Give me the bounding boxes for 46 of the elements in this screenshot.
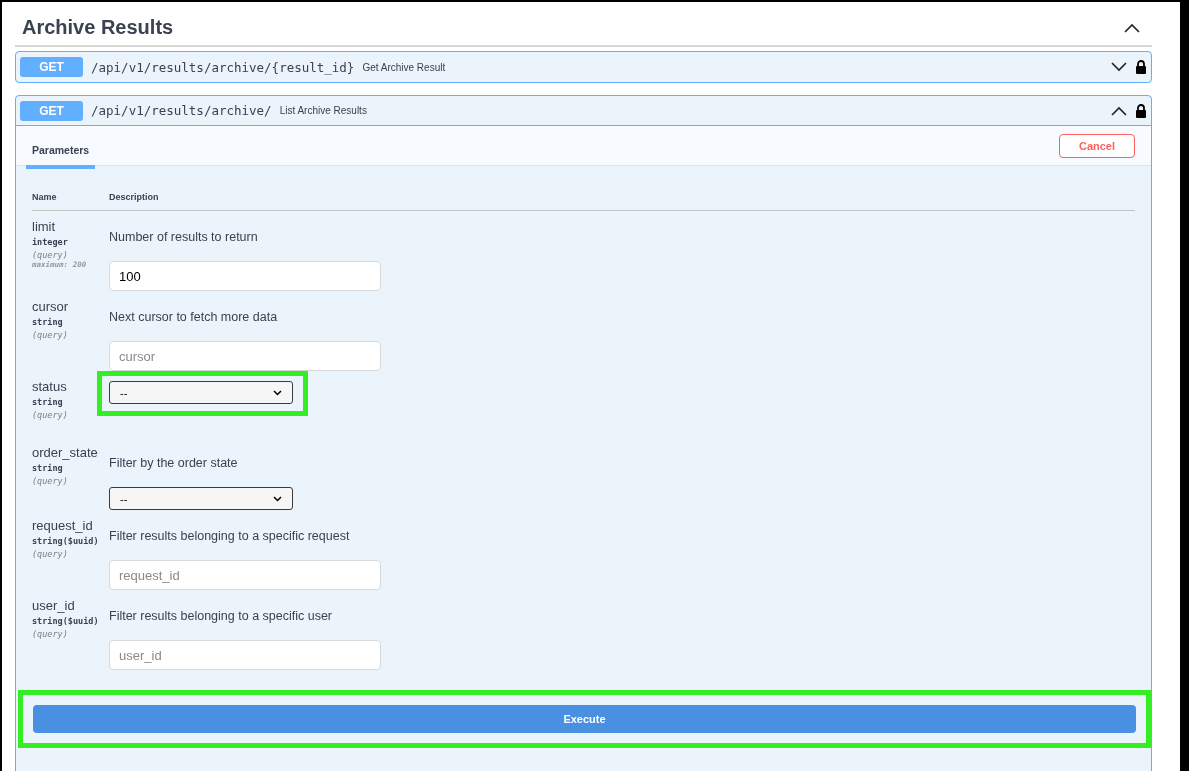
section-title: Archive Results xyxy=(22,16,174,39)
caret-icon xyxy=(273,495,282,502)
parameter-type: integer xyxy=(32,237,69,247)
lock-icon[interactable] xyxy=(1135,103,1147,118)
parameter-description: Number of results to return xyxy=(109,230,258,244)
parameter-name: status xyxy=(32,379,68,394)
parameter-type: string($uuid) xyxy=(32,536,100,546)
parameter-location: (query) xyxy=(32,330,69,340)
column-header: Name xyxy=(32,192,58,202)
parameter-type: string xyxy=(32,317,64,327)
parameter-name: request_id xyxy=(32,518,94,533)
method-badge: GET xyxy=(20,57,83,77)
parameter-location: (query) xyxy=(32,410,69,420)
select-dropdown[interactable]: -- xyxy=(109,487,293,510)
parameter-description: Filter results belonging to a specific request xyxy=(109,529,350,543)
endpoint-summary: List Archive Results xyxy=(279,105,367,116)
parameters-tab[interactable]: Parameters xyxy=(26,132,96,169)
select-dropdown[interactable]: -- xyxy=(109,381,293,404)
parameter-location: (query) xyxy=(32,549,69,559)
column-header: Description xyxy=(109,192,160,202)
parameter-name: user_id xyxy=(32,598,76,613)
parameter-type: string xyxy=(32,397,64,407)
endpoint-path[interactable]: /api/v1/results/archive/{result_id} xyxy=(91,59,355,75)
parameter-location: (query) xyxy=(32,629,69,639)
parameter-description: Filter by the order state xyxy=(109,456,238,470)
parameter-type: string($uuid) xyxy=(32,616,100,626)
chevron-icon[interactable] xyxy=(1111,105,1127,116)
parameter-location: (query) xyxy=(32,476,69,486)
chevron-icon[interactable] xyxy=(1111,62,1127,72)
text-field[interactable]: user_id xyxy=(109,640,381,670)
text-field[interactable]: 100 xyxy=(109,261,381,291)
parameter-name: order_state xyxy=(32,445,99,460)
parameter-location: (query) xyxy=(32,250,69,260)
parameter-name: cursor xyxy=(32,299,70,314)
endpoint-summary: Get Archive Result xyxy=(362,61,446,73)
chevron-icon[interactable] xyxy=(1124,22,1140,33)
parameter-name: limit xyxy=(32,219,57,234)
text-field[interactable]: cursor xyxy=(109,341,381,371)
endpoint-path[interactable]: /api/v1/results/archive/ xyxy=(91,103,272,118)
parameter-type: string xyxy=(32,463,64,473)
lock-icon[interactable] xyxy=(1135,60,1147,74)
parameter-description: Filter results belonging to a specific user xyxy=(109,609,333,623)
method-badge: GET xyxy=(20,100,83,121)
text-field[interactable]: request_id xyxy=(109,560,381,590)
parameter-description: Next cursor to fetch more data xyxy=(109,310,278,324)
caret-icon xyxy=(273,389,282,396)
